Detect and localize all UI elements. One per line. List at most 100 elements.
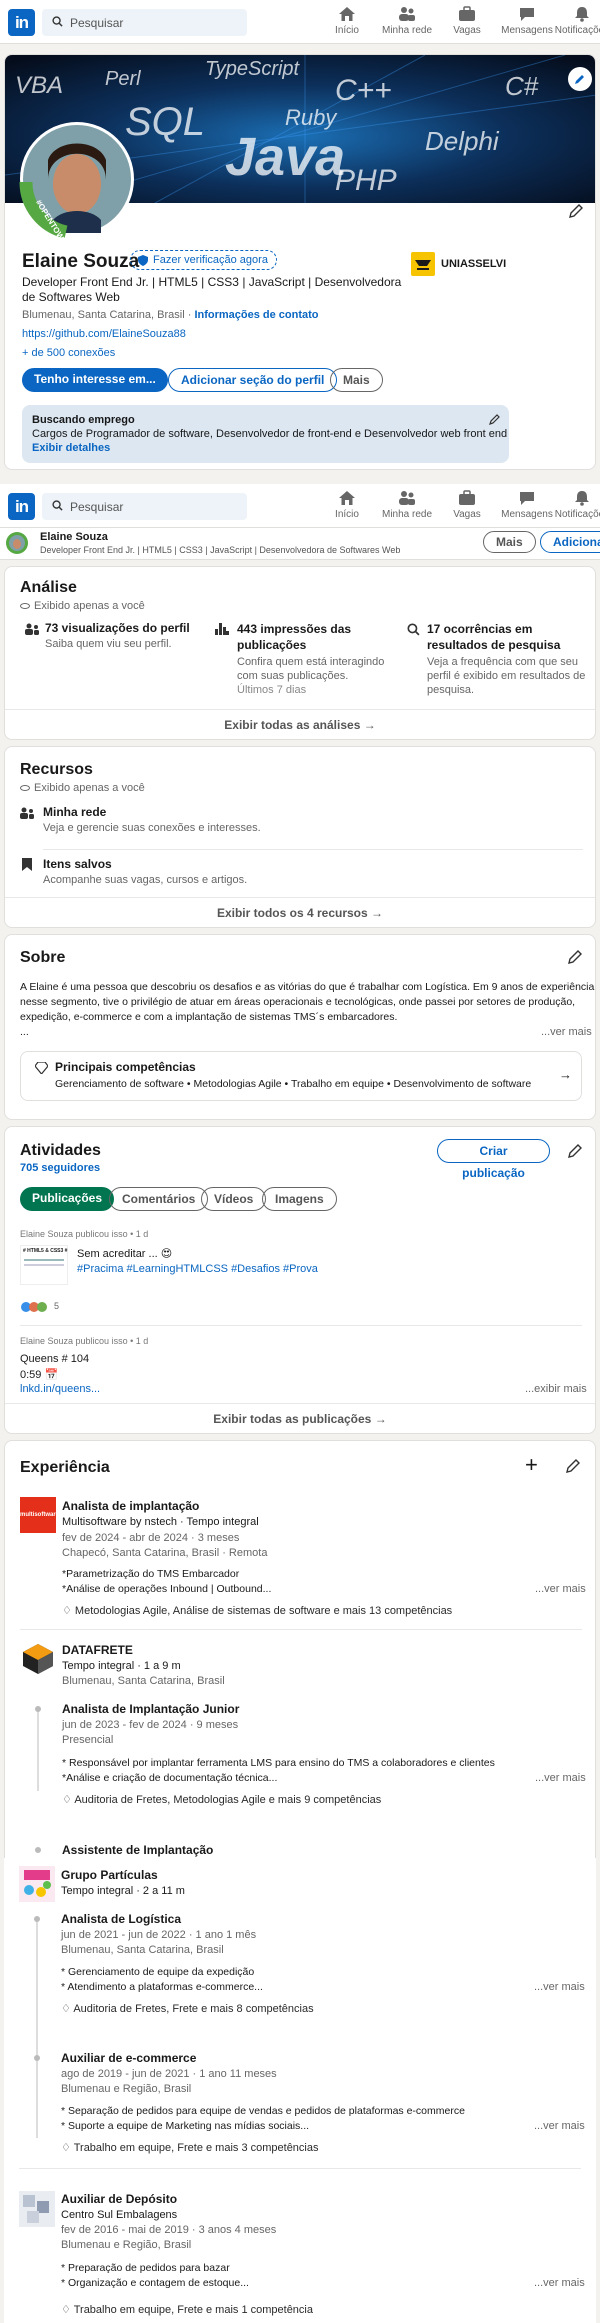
tab-comments[interactable]: Comentários — [109, 1187, 209, 1211]
top-skills-box[interactable]: Principais competências Gerenciamento de… — [20, 1051, 582, 1101]
avatar[interactable]: #OPENTOWORK — [18, 120, 136, 238]
search-title-1: 17 ocorrências em — [427, 622, 533, 636]
divider — [43, 849, 583, 850]
exp-see-more[interactable]: ...ver mais — [535, 1583, 586, 1595]
linkedin-logo[interactable]: in — [8, 9, 35, 36]
search-input[interactable]: Pesquisar — [42, 493, 247, 520]
resource-my-network[interactable]: Minha rede Veja e gerencie suas conexões… — [20, 805, 580, 851]
show-all-analytics-link[interactable]: Exibir todas as análises → — [5, 709, 595, 739]
sticky-profile-bar: Elaine Souza Developer Front End Jr. | H… — [0, 528, 600, 560]
exp-see-more[interactable]: ...ver mais — [534, 2120, 585, 2132]
nav-jobs[interactable]: Vagas — [437, 6, 497, 36]
nav-notifications[interactable]: Notificações — [552, 490, 600, 520]
followers-link[interactable]: 705 seguidores — [20, 1162, 100, 1174]
exp-skills[interactable]: ♢ Auditoria de Fretes, Frete e mais 8 co… — [61, 2002, 314, 2015]
edit-banner-button[interactable] — [568, 67, 592, 91]
exp-desc-1: *Parametrização do TMS Embarcador — [62, 1568, 240, 1580]
more-button[interactable]: Mais — [330, 368, 383, 392]
impressions-title-1: 443 impressões das — [237, 622, 352, 636]
verify-button[interactable]: Fazer verificação agora — [130, 250, 277, 270]
about-see-more[interactable]: ...ver mais — [541, 1026, 592, 1038]
nav-messages[interactable]: Mensagens — [497, 6, 557, 36]
exp-see-more[interactable]: ...ver mais — [535, 1772, 586, 1784]
activity-card: Atividades 705 seguidores Criar publicaç… — [4, 1126, 596, 1434]
add-profile-section-button[interactable]: Adicionar seção do perfil — [168, 368, 338, 392]
add-experience-button[interactable]: + — [525, 1454, 538, 1476]
job-details-link[interactable]: Exibir detalhes — [32, 442, 110, 454]
nav-network-label: Minha rede — [381, 25, 433, 36]
nav-notifications[interactable]: Notificações — [552, 6, 600, 36]
about-line-3: expedição, e-commerce e com a implantaçã… — [20, 1011, 398, 1023]
private-label: Exibido apenas a você — [34, 600, 145, 612]
exp-mode: Presencial — [62, 1734, 114, 1746]
exp-skills[interactable]: ♢ Trabalho em equipe, Frete e mais 3 com… — [61, 2141, 319, 2154]
tab-videos[interactable]: Vídeos — [201, 1187, 267, 1211]
nav-jobs[interactable]: Vagas — [437, 490, 497, 520]
pencil-icon — [575, 75, 584, 84]
nav-home[interactable]: Início — [317, 490, 377, 520]
tab-images[interactable]: Imagens — [262, 1187, 337, 1211]
impressions-desc-1: Confira quem está interagindo — [237, 656, 385, 668]
pencil-icon[interactable] — [567, 1143, 583, 1159]
pencil-icon[interactable] — [489, 413, 501, 425]
datafrete-logo[interactable] — [20, 1641, 56, 1677]
exp-see-more[interactable]: ...ver mais — [534, 1981, 585, 1993]
connections-link[interactable]: + de 500 conexões — [22, 347, 115, 359]
post-1-hashtags[interactable]: #Pracima #LearningHTMLCSS #Desafios #Pro… — [77, 1263, 318, 1275]
sticky-more-button[interactable]: Mais — [483, 531, 536, 553]
multisoftware-logo[interactable]: multisoftware — [20, 1497, 59, 1533]
search-input[interactable]: Pesquisar — [42, 9, 247, 36]
exp-skills[interactable]: ♢ Trabalho em equipe, Frete e mais 1 com… — [61, 2303, 313, 2316]
resource-saved-items[interactable]: Itens salvos Acompanhe suas vagas, curso… — [20, 857, 580, 897]
pencil-icon[interactable] — [567, 949, 583, 965]
impressions-desc-2: com suas publicações. — [237, 670, 349, 682]
create-post-button[interactable]: Criar publicação — [437, 1139, 550, 1180]
post-2-link[interactable]: lnkd.in/queens... — [20, 1383, 100, 1395]
open-to-button[interactable]: Tenho interesse em... — [22, 368, 168, 392]
exp-skills[interactable]: ♢ Metodologias Agile, Análise de sistema… — [62, 1604, 452, 1617]
contact-info-link[interactable]: Informações de contato — [194, 309, 318, 321]
nav-jobs-label: Vagas — [453, 25, 481, 36]
diamond-icon: ♢ — [61, 2304, 74, 2316]
exp-skills-text: Metodologias Agile, Análise de sistemas … — [74, 1605, 453, 1617]
exp-skills[interactable]: ♢ Auditoria de Fretes, Metodologias Agil… — [62, 1793, 381, 1806]
about-text: A Elaine é uma pessoa que descobriu os d… — [20, 980, 594, 1040]
nav-home[interactable]: Início — [317, 6, 377, 36]
edit-intro-button[interactable] — [568, 203, 584, 219]
pencil-icon[interactable] — [565, 1458, 581, 1474]
school-name[interactable]: UNIASSELVI — [441, 258, 506, 270]
exp-skills-text: Trabalho em equipe, Frete e mais 3 compe… — [73, 2142, 319, 2154]
post-1-thumbnail[interactable]: # HTML5 & CSS3 # — [20, 1245, 68, 1285]
eye-icon — [20, 785, 30, 792]
github-link[interactable]: https://github.com/ElaineSouza88 — [22, 328, 186, 340]
headline: Developer Front End Jr. | HTML5 | CSS3 |… — [22, 275, 401, 305]
nav-network[interactable]: Minha rede — [377, 6, 437, 36]
grupo-particulas-logo[interactable] — [19, 1866, 55, 1902]
arrow-right-icon: → — [559, 1067, 572, 1082]
company-type: Tempo integral · 2 a 11 m — [61, 1885, 185, 1897]
exp-location: Blumenau e Região, Brasil — [61, 2083, 192, 2095]
exp-skills-text: Auditoria de Fretes, Frete e mais 8 comp… — [73, 2003, 314, 2015]
exp-location: Blumenau e Região, Brasil — [61, 2239, 192, 2251]
tab-posts[interactable]: Publicações — [20, 1187, 115, 1211]
messages-icon — [520, 492, 534, 505]
exp-desc-1: * Gerenciamento de equipe da expedição — [61, 1966, 255, 1978]
open-to-work-box[interactable]: Buscando emprego Cargos de Programador d… — [22, 405, 509, 463]
exp-see-more[interactable]: ...ver mais — [534, 2277, 585, 2289]
linkedin-logo[interactable]: in — [8, 493, 35, 520]
reactions-count: 5 — [54, 1301, 60, 1311]
show-all-resources-link[interactable]: Exibir todos os 4 recursos → — [5, 897, 595, 927]
post-1-reactions[interactable]: 5 — [20, 1301, 59, 1316]
post-2-see-more[interactable]: ...exibir mais — [525, 1383, 587, 1395]
exp-desc-1: * Separação de pedidos para equipe de ve… — [61, 2105, 465, 2117]
sticky-add-button[interactable]: Adicionar — [540, 531, 600, 553]
job-description: Cargos de Programador de software, Desen… — [32, 428, 508, 440]
shield-icon — [138, 255, 148, 266]
nav-network[interactable]: Minha rede — [377, 490, 437, 520]
show-all-posts-link[interactable]: Exibir todas as publicações → — [5, 1403, 595, 1433]
impressions-desc-3: Últimos 7 dias — [237, 684, 307, 696]
centro-sul-logo[interactable] — [19, 2191, 55, 2227]
nav-messages[interactable]: Mensagens — [497, 490, 557, 520]
search-title-2: resultados de pesquisa — [427, 638, 561, 652]
divider — [19, 2168, 581, 2169]
